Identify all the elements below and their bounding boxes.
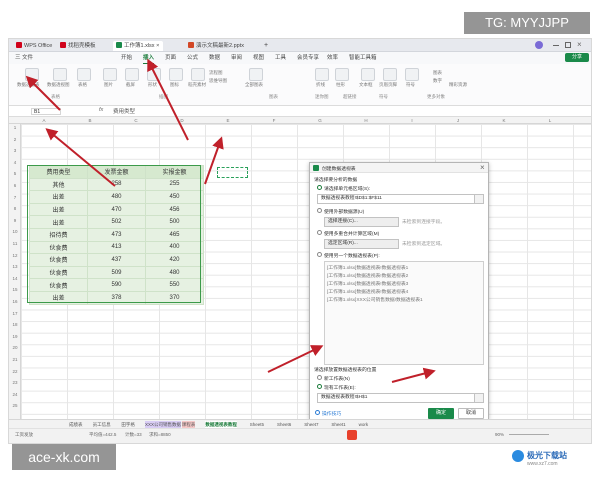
site-logo: 极光下载站 www.xz7.com (512, 448, 592, 472)
arrow-to-existing-sheet (267, 345, 324, 373)
watermark-bottom: ace-xk.com (12, 444, 116, 470)
arrow-to-pivot-table (25, 75, 61, 111)
arrow-to-insert-menu (147, 58, 189, 141)
site-url: www.xz7.com (527, 461, 558, 467)
site-logo-text: 极光下载站 (527, 451, 567, 460)
annotation-arrows (25, 58, 436, 383)
arrow-to-ok-button (391, 367, 436, 383)
aurora-logo-icon (512, 450, 524, 462)
arrow-to-data-range (45, 128, 116, 187)
arrow-to-target-cell (204, 136, 224, 185)
